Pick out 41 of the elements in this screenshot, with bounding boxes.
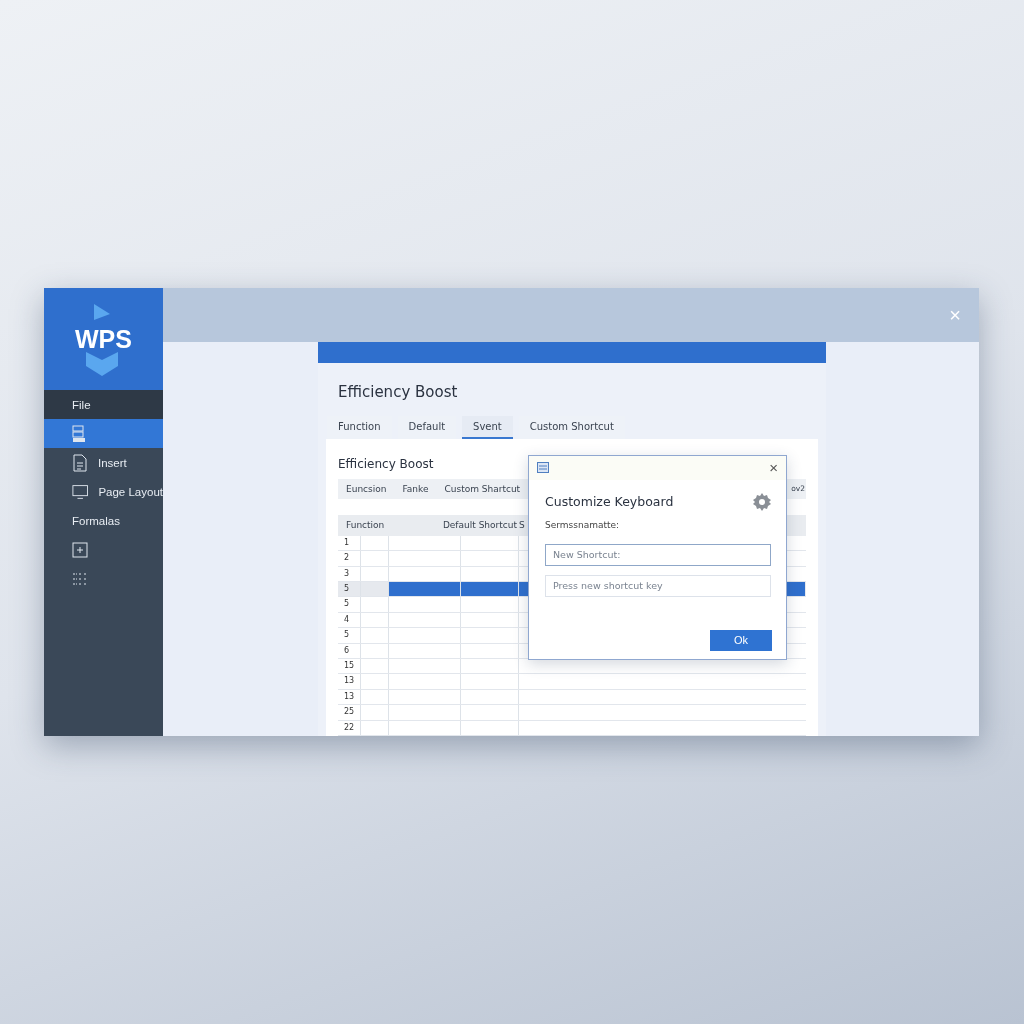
field-label: Sermssnamatte:: [544, 518, 621, 530]
sidebar-item[interactable]: File: [44, 390, 163, 419]
row-number: 13: [343, 675, 356, 688]
ok-button[interactable]: Ok: [710, 629, 772, 651]
row-number: 1: [343, 536, 351, 549]
close-button[interactable]: ×: [769, 459, 778, 477]
subtab[interactable]: Fanke: [402, 483, 429, 494]
table-cell[interactable]: [388, 582, 460, 597]
row-number: 5: [343, 629, 351, 642]
sidebar-item[interactable]: Page Layout: [44, 477, 163, 506]
card-title: Efficiency Boost: [338, 456, 434, 471]
row-number: 2: [343, 552, 351, 565]
row-number: 5: [343, 583, 351, 596]
sidebar-item[interactable]: Formalas: [44, 506, 163, 535]
column-header: Function: [345, 520, 386, 531]
subtab[interactable]: Euncsion: [346, 483, 387, 494]
row-number: 5: [343, 598, 351, 611]
settings-icon[interactable]: [752, 491, 772, 512]
row-number: 6: [343, 644, 351, 657]
window-icon: [537, 462, 549, 474]
monitor-icon: [72, 483, 89, 500]
sidebar-item[interactable]: Insert: [44, 448, 163, 477]
tab[interactable]: Svent: [462, 415, 513, 439]
column-header: Default Shortcut: [441, 520, 518, 531]
column-header: S: [518, 520, 526, 531]
subtab[interactable]: Custom Shartcut: [444, 483, 521, 494]
document-icon: [72, 453, 88, 472]
dialog-title: Customize Keyboard: [545, 494, 674, 510]
grid-icon: [72, 571, 88, 586]
row-number: 4: [343, 613, 351, 626]
frame-icon: [72, 541, 88, 558]
row-number: 15: [343, 660, 356, 673]
panel-title: Efficiency Boost: [337, 382, 459, 404]
server-icon: [72, 424, 86, 443]
logo: WPS: [75, 324, 132, 354]
row-number: 3: [343, 567, 351, 580]
row-number: 25: [343, 706, 356, 719]
input-field[interactable]: New Shortcut:: [545, 543, 771, 566]
row-number: 13: [343, 690, 356, 703]
sidebar-item[interactable]: [44, 419, 163, 448]
row-number: 22: [343, 721, 356, 734]
